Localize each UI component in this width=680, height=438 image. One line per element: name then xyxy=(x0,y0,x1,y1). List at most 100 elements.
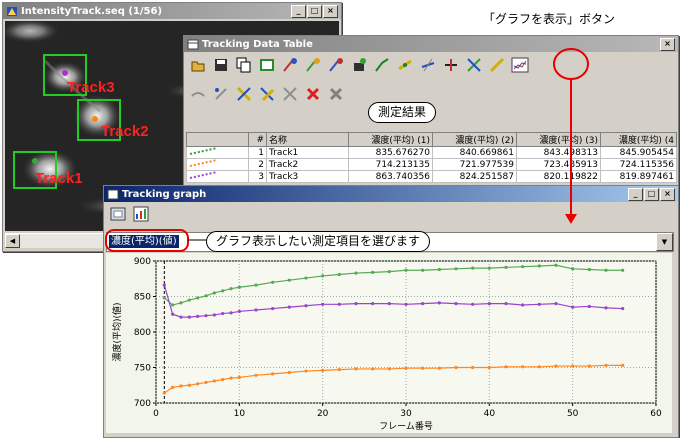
results-callout: 測定結果 xyxy=(368,102,437,123)
point-select-icon[interactable] xyxy=(280,84,300,104)
track1-label: Track1 xyxy=(35,170,83,187)
data-point xyxy=(212,291,216,295)
graph-maximize-icon[interactable]: □ xyxy=(644,187,659,201)
point-add-icon[interactable] xyxy=(211,84,231,104)
graph-titlebar[interactable]: Tracking graph _ □ × xyxy=(104,186,678,202)
y-tick-label: 750 xyxy=(134,364,151,374)
table-export-icon[interactable] xyxy=(257,55,277,75)
data-point xyxy=(354,367,358,371)
minimize-icon[interactable]: _ xyxy=(291,4,306,18)
data-point xyxy=(171,312,175,316)
graph-copy-icon[interactable] xyxy=(108,204,128,224)
select-callout: グラフ表示したい測定項目を選びます xyxy=(206,231,431,252)
data-point xyxy=(162,296,166,300)
data-point xyxy=(254,373,258,377)
row-value: 723.485913 xyxy=(516,158,601,171)
track2-label: Track2 xyxy=(101,123,149,140)
track-swatch-icon xyxy=(186,158,249,171)
row-value: 835.676270 xyxy=(348,146,433,159)
close-icon[interactable]: × xyxy=(323,4,338,18)
column-header-v1[interactable]: 濃度(平均) (1) xyxy=(348,132,433,147)
track-split-icon[interactable] xyxy=(441,55,461,75)
data-point xyxy=(354,271,358,275)
row-value: 721.977539 xyxy=(432,158,517,171)
track-edit-icon[interactable] xyxy=(418,55,438,75)
data-point xyxy=(196,382,200,386)
track-color-icon[interactable] xyxy=(487,55,507,75)
intensity-titlebar[interactable]: IntensityTrack.seq (1/56) _ □ × xyxy=(3,3,341,19)
data-point xyxy=(454,302,458,306)
table-close-icon[interactable]: × xyxy=(660,37,675,51)
data-point xyxy=(187,298,191,302)
x-tick-label: 30 xyxy=(400,409,412,419)
table-row[interactable]: 3 Track3 863.740356 824.251587 820.11982… xyxy=(186,170,677,183)
measure-icon[interactable] xyxy=(280,55,300,75)
intensity-title: IntensityTrack.seq (1/56) xyxy=(21,5,163,17)
track-yellow-icon[interactable] xyxy=(395,55,415,75)
data-point xyxy=(487,365,491,370)
track3-label: Track3 xyxy=(67,79,115,96)
data-point xyxy=(437,267,441,272)
track-icon[interactable] xyxy=(372,55,392,75)
scroll-left-icon[interactable]: ◀ xyxy=(5,234,20,248)
data-point xyxy=(287,278,291,282)
data-point xyxy=(521,265,525,269)
open-file-icon[interactable] xyxy=(188,55,208,75)
data-point xyxy=(287,370,291,375)
data-point xyxy=(437,301,441,305)
y-tick-label: 850 xyxy=(134,293,151,303)
link-icon[interactable] xyxy=(188,84,208,104)
row-num: 1 xyxy=(248,146,267,159)
data-point xyxy=(337,302,341,306)
data-point xyxy=(537,264,541,268)
delete-gray-icon[interactable] xyxy=(326,84,346,104)
delete-red-icon[interactable] xyxy=(303,84,323,104)
data-point xyxy=(321,302,325,306)
column-header-v2[interactable]: 濃度(平均) (2) xyxy=(432,132,517,147)
table-row[interactable]: 1 Track1 835.676270 840.669861 843.49831… xyxy=(186,146,677,159)
track-merge-icon[interactable] xyxy=(464,55,484,75)
data-point xyxy=(587,304,591,309)
y-tick-label: 700 xyxy=(134,399,151,409)
data-point xyxy=(187,315,191,319)
data-point xyxy=(487,266,491,270)
column-header-v4[interactable]: 濃度(平均) (4 xyxy=(600,132,677,147)
table-titlebar[interactable]: Tracking Data Table × xyxy=(184,36,678,52)
point-cross-icon[interactable] xyxy=(234,84,254,104)
maximize-icon[interactable]: □ xyxy=(307,4,322,18)
measure-edit-icon[interactable] xyxy=(326,55,346,75)
point-move-icon[interactable] xyxy=(257,84,277,104)
x-tick-label: 60 xyxy=(650,409,662,419)
graph-settings-icon[interactable] xyxy=(131,204,151,224)
show-graph-button[interactable] xyxy=(510,55,530,75)
save-file-icon[interactable] xyxy=(211,55,231,75)
data-point xyxy=(421,366,425,370)
y-tick-label: 900 xyxy=(134,257,151,267)
measure-save-icon[interactable] xyxy=(349,55,369,75)
column-header-name[interactable]: 名称 xyxy=(266,132,349,147)
data-point xyxy=(162,391,166,395)
data-point xyxy=(421,302,425,306)
chevron-down-icon[interactable]: ▼ xyxy=(656,233,673,251)
data-point xyxy=(571,305,575,309)
data-point xyxy=(437,366,441,370)
color-column-header[interactable] xyxy=(186,132,249,147)
data-point xyxy=(537,365,541,369)
table-row[interactable]: 2 Track2 714.213135 721.977539 723.48591… xyxy=(186,158,677,171)
graph-minimize-icon[interactable]: _ xyxy=(628,187,643,201)
data-point xyxy=(221,377,225,382)
results-table: # 名称 濃度(平均) (1) 濃度(平均) (2) 濃度(平均) (3) 濃度… xyxy=(186,132,677,183)
data-point xyxy=(587,267,591,272)
column-header-v3[interactable]: 濃度(平均) (3) xyxy=(516,132,601,147)
data-point xyxy=(204,314,208,318)
data-point xyxy=(204,294,208,298)
data-point xyxy=(504,265,508,269)
x-tick-label: 20 xyxy=(317,409,329,419)
row-value: 843.498313 xyxy=(516,146,601,159)
measure-add-icon[interactable] xyxy=(303,55,323,75)
graph-close-icon[interactable]: × xyxy=(660,187,675,201)
copy-icon[interactable] xyxy=(234,55,254,75)
data-point xyxy=(621,306,625,311)
data-point xyxy=(237,285,241,289)
column-header-num[interactable]: # xyxy=(248,132,267,147)
